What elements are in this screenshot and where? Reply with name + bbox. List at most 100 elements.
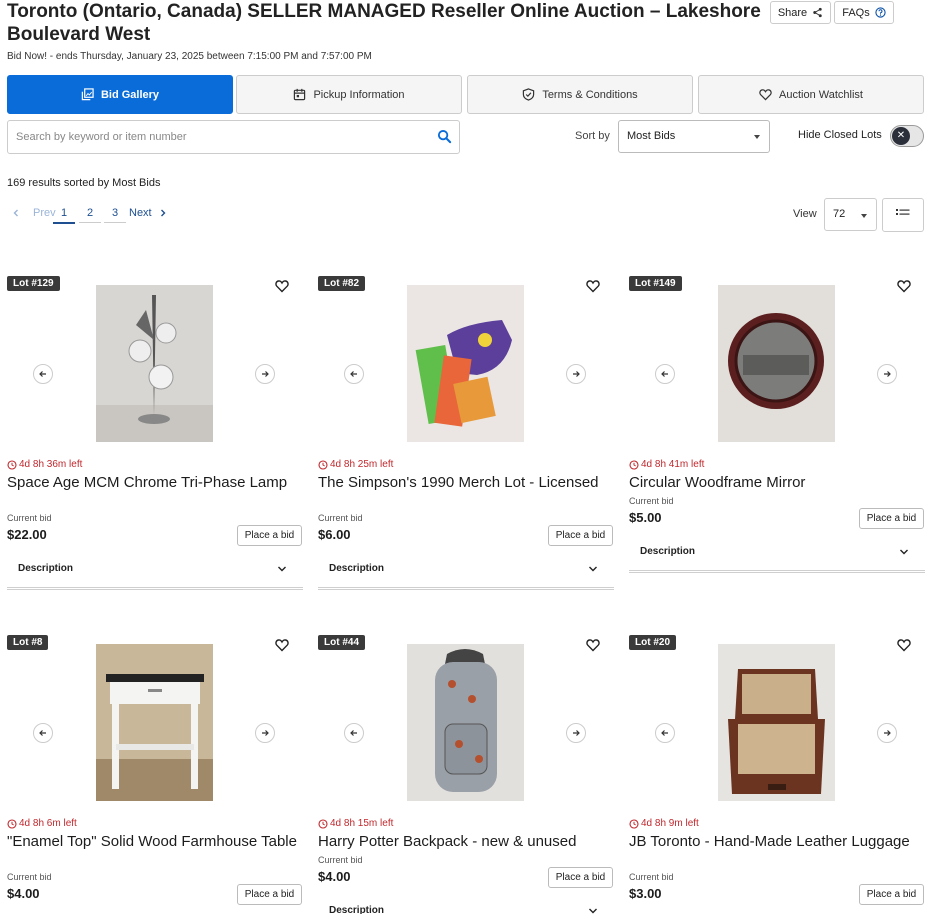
time-left: 4d 8h 36m left xyxy=(7,459,82,470)
carousel-next-button[interactable] xyxy=(255,364,275,384)
description-toggle[interactable]: Description xyxy=(318,554,614,590)
search-icon[interactable] xyxy=(437,129,452,144)
tab-auction-watchlist[interactable]: Auction Watchlist xyxy=(698,75,924,114)
chevron-down-icon xyxy=(589,908,597,914)
lot-title[interactable]: The Simpson's 1990 Merch Lot - Licensed xyxy=(318,474,608,491)
lot-title[interactable]: Circular Woodframe Mirror xyxy=(629,474,919,491)
table-photo xyxy=(96,644,213,801)
lot-card[interactable]: Lot #20 4d 8h 9m left JB Toronto - Hand-… xyxy=(629,635,925,914)
tab-label: Pickup Information xyxy=(313,88,405,101)
heart-icon[interactable] xyxy=(275,279,289,293)
place-bid-button[interactable]: Place a bid xyxy=(548,525,613,546)
clock-icon xyxy=(629,818,639,829)
time-left-text: 4d 8h 15m left xyxy=(330,818,394,829)
description-label: Description xyxy=(640,546,696,557)
carousel-next-button[interactable] xyxy=(255,723,275,743)
lot-photo[interactable] xyxy=(718,644,835,801)
clock-icon xyxy=(7,818,17,829)
lot-title[interactable]: "Enamel Top" Solid Wood Farmhouse Table xyxy=(7,833,297,850)
chevron-left-icon xyxy=(13,209,18,217)
carousel-prev-button[interactable] xyxy=(655,723,675,743)
time-left-text: 4d 8h 9m left xyxy=(641,818,699,829)
carousel-prev-button[interactable] xyxy=(344,723,364,743)
lot-number-badge: Lot #82 xyxy=(318,276,366,291)
page-1-link[interactable]: 1 xyxy=(53,207,75,224)
description-toggle[interactable]: Description xyxy=(318,896,614,914)
lot-number-badge: Lot #44 xyxy=(318,635,366,650)
place-bid-button[interactable]: Place a bid xyxy=(859,508,924,529)
tab-bid-gallery[interactable]: Bid Gallery xyxy=(7,75,233,114)
time-left: 4d 8h 15m left xyxy=(318,818,393,829)
lot-photo[interactable] xyxy=(718,285,835,442)
heart-icon[interactable] xyxy=(275,638,289,652)
hide-closed-toggle[interactable]: ✕ xyxy=(890,125,924,147)
clock-icon xyxy=(318,818,328,829)
current-bid-label: Current bid xyxy=(629,496,674,506)
current-bid-price: $4.00 xyxy=(318,869,351,884)
tab-pickup-information[interactable]: Pickup Information xyxy=(236,75,462,114)
carousel-prev-button[interactable] xyxy=(33,364,53,384)
list-view-button[interactable] xyxy=(882,198,924,232)
place-bid-button[interactable]: Place a bid xyxy=(237,525,302,546)
share-label: Share xyxy=(777,6,808,19)
arrow-right-icon xyxy=(573,730,580,736)
share-button[interactable]: Share xyxy=(770,1,831,24)
lot-card[interactable]: Lot #129 4d 8h 36m left Space Age MCM Ch… xyxy=(7,276,303,601)
lot-title[interactable]: JB Toronto - Hand-Made Leather Luggage xyxy=(629,833,919,850)
time-left-text: 4d 8h 25m left xyxy=(330,459,394,470)
share-icon xyxy=(813,7,822,18)
view-count-select[interactable]: 72 xyxy=(824,198,877,231)
lot-photo[interactable] xyxy=(407,285,524,442)
place-bid-button[interactable]: Place a bid xyxy=(548,867,613,888)
backpack-photo xyxy=(407,644,524,801)
pagination-prev[interactable]: Prev xyxy=(12,207,56,219)
description-label: Description xyxy=(329,905,385,914)
carousel-next-button[interactable] xyxy=(877,364,897,384)
lot-title[interactable]: Harry Potter Backpack - new & unused xyxy=(318,833,608,850)
heart-icon[interactable] xyxy=(586,279,600,293)
pagination-next[interactable]: Next xyxy=(129,207,167,219)
heart-icon[interactable] xyxy=(897,638,911,652)
current-bid-label: Current bid xyxy=(7,872,52,882)
place-bid-button[interactable]: Place a bid xyxy=(859,884,924,905)
lot-number-badge: Lot #129 xyxy=(7,276,60,291)
arrow-left-icon xyxy=(350,730,357,736)
lot-number-badge: Lot #8 xyxy=(7,635,49,650)
tab-label: Terms & Conditions xyxy=(542,88,638,101)
lot-card[interactable]: Lot #82 4d 8h 25m left The Simpson's 199… xyxy=(318,276,614,601)
carousel-next-button[interactable] xyxy=(566,364,586,384)
carousel-prev-button[interactable] xyxy=(655,364,675,384)
place-bid-button[interactable]: Place a bid xyxy=(237,884,302,905)
lot-card[interactable]: Lot #8 4d 8h 6m left "Enamel Top" Solid … xyxy=(7,635,303,914)
faqs-button[interactable]: FAQs xyxy=(834,1,894,24)
mirror-photo xyxy=(718,285,835,442)
tab-terms-conditions[interactable]: Terms & Conditions xyxy=(467,75,693,114)
description-toggle[interactable]: Description xyxy=(629,537,925,573)
carousel-prev-button[interactable] xyxy=(33,723,53,743)
lot-photo[interactable] xyxy=(96,644,213,801)
current-bid-label: Current bid xyxy=(7,513,52,523)
carousel-prev-button[interactable] xyxy=(344,364,364,384)
carousel-next-button[interactable] xyxy=(566,723,586,743)
page-2-link[interactable]: 2 xyxy=(79,207,101,223)
luggage-photo xyxy=(718,644,835,801)
description-toggle[interactable]: Description xyxy=(7,554,303,590)
time-left: 4d 8h 25m left xyxy=(318,459,393,470)
page-3-link[interactable]: 3 xyxy=(104,207,126,223)
sort-select[interactable]: Most Bids xyxy=(618,120,770,153)
simpsons-merch-photo xyxy=(407,285,524,442)
lot-photo[interactable] xyxy=(96,285,213,442)
heart-icon[interactable] xyxy=(897,279,911,293)
search-input[interactable] xyxy=(16,129,416,145)
lot-card[interactable]: Lot #149 4d 8h 41m left Circular Woodfra… xyxy=(629,276,925,601)
lot-card[interactable]: Lot #44 4d 8h 15m left Harry Potter Back… xyxy=(318,635,614,914)
lot-photo[interactable] xyxy=(407,644,524,801)
heart-icon[interactable] xyxy=(586,638,600,652)
view-label: View xyxy=(793,208,817,220)
tab-label: Bid Gallery xyxy=(100,88,160,101)
view-count-value: 72 xyxy=(833,208,846,220)
arrow-left-icon xyxy=(39,730,46,736)
lot-title[interactable]: Space Age MCM Chrome Tri-Phase Lamp xyxy=(7,474,297,491)
chevron-down-icon xyxy=(861,214,867,218)
carousel-next-button[interactable] xyxy=(877,723,897,743)
